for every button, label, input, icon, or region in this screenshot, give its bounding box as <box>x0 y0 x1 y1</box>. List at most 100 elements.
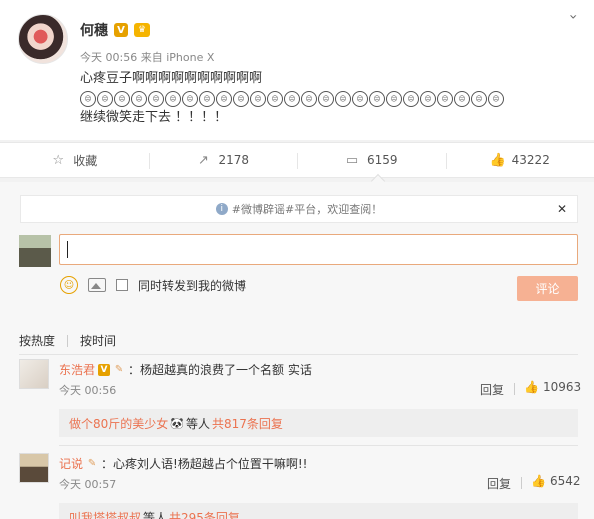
post-text-line: 心疼豆子啊啊啊啊啊啊啊啊啊啊 <box>80 71 263 86</box>
sort-tabs: 按热度 按时间 <box>19 332 116 349</box>
comment-text: ：杨超越真的浪费了一个名额 实话 <box>128 363 312 377</box>
chevron-down-icon[interactable]: › <box>565 14 581 28</box>
forward-count: 2178 <box>218 153 250 167</box>
favorite-label: 收藏 <box>73 153 98 168</box>
info-icon: i <box>215 203 228 215</box>
thumbs-up-icon: 👍 <box>531 474 546 488</box>
reply-middle: 等人 <box>143 510 168 519</box>
emoji-icon[interactable]: ☺ <box>60 276 78 294</box>
star-icon: ☆ <box>52 152 65 168</box>
notice-bar: i #微博辟谣#平台，欢迎查阅！ ✕ <box>20 195 578 223</box>
reply-button[interactable]: 回复 <box>480 381 504 398</box>
source-prefix: 来自 <box>140 51 163 64</box>
fan-badge-icon: ✎ <box>114 364 124 375</box>
sad-face-emoji-icon: ☹ <box>148 91 164 107</box>
sad-face-emoji-icon: ☹ <box>250 91 266 107</box>
sync-label[interactable]: 同时转发到我的微博 <box>138 277 246 294</box>
post-source[interactable]: iPhone X <box>166 51 214 64</box>
reply-user[interactable]: 做个80斤的美少女 <box>69 415 168 432</box>
comment-text: ：心疼刘人语!杨超越占个位置干嘛啊!! <box>101 457 308 471</box>
reply-user[interactable]: 叫我塔塔叔叔 <box>69 509 141 519</box>
sad-face-emoji-icon: ☹ <box>318 91 334 107</box>
forward-button[interactable]: ↗ 2178 <box>148 143 298 177</box>
divider <box>514 383 515 395</box>
sad-face-emoji-icon: ☹ <box>284 91 300 107</box>
comment-tools: ☺ 同时转发到我的微博 <box>60 276 246 294</box>
reply-button[interactable]: 回复 <box>487 475 511 492</box>
fan-badge-icon: ✎ <box>87 458 97 469</box>
crown-icon: ♛ <box>134 23 150 37</box>
commenter-avatar[interactable] <box>19 359 49 389</box>
sad-face-emoji-icon: ☹ <box>216 91 232 107</box>
panda-emoji-icon: 🐼 <box>170 416 184 430</box>
sad-face-emoji-icon: ☹ <box>80 91 96 107</box>
author-name[interactable]: 何穗 <box>80 20 108 40</box>
commenter-avatar[interactable] <box>19 453 49 483</box>
reply-middle: 等人 <box>185 416 210 431</box>
sad-face-emoji-icon: ☹ <box>335 91 351 107</box>
comment-count: 6159 <box>366 153 398 167</box>
comment-icon: ▭ <box>345 152 359 168</box>
sad-face-emoji-icon: ☹ <box>403 91 419 107</box>
post-meta: 今天 00:56 来自 iPhone X <box>80 49 214 65</box>
sad-face-emoji-icon: ☹ <box>114 91 130 107</box>
sync-checkbox[interactable] <box>116 279 128 291</box>
tab-by-hot[interactable]: 按热度 <box>19 332 55 349</box>
favorite-button[interactable]: ☆ 收藏 <box>0 143 149 177</box>
sad-face-emoji-icon: ☹ <box>131 91 147 107</box>
sad-face-emoji-icon: ☹ <box>199 91 215 107</box>
tab-divider <box>67 334 69 347</box>
comment-line: 东浩君 V ✎ ：杨超越真的浪费了一个名额 实话 <box>59 361 312 378</box>
comment-like-button[interactable]: 👍 6542 <box>531 474 581 488</box>
like-count: 43222 <box>511 153 550 167</box>
weibo-post: 何穗 V ♛ 今天 00:56 来自 iPhone X 心疼豆子啊啊啊啊啊啊啊啊… <box>0 0 594 140</box>
comment-button[interactable]: ▭ 6159 <box>297 143 446 177</box>
comment-like-count: 6542 <box>549 474 581 488</box>
thumbs-up-icon: 👍 <box>524 380 539 394</box>
thumbs-up-icon: 👍 <box>489 152 506 168</box>
emoji-row: ☹ ☹ ☹ ☹ ☹ ☹ ☹ ☹ ☹ ☹ ☹ ☹ ☹ ☹ ☹ ☹ ☹ ☹ ☹ ☹ ☹ ☹ ☹ ☹ ☹ <box>80 91 504 107</box>
author-avatar[interactable] <box>18 14 68 64</box>
sad-face-emoji-icon: ☹ <box>437 91 453 107</box>
share-icon: ↗ <box>198 152 209 168</box>
sad-face-emoji-icon: ☹ <box>233 91 249 107</box>
sad-face-emoji-icon: ☹ <box>369 91 385 107</box>
divider <box>19 354 578 355</box>
divider <box>521 477 522 489</box>
sad-face-emoji-icon: ☹ <box>182 91 198 107</box>
reply-count-link[interactable]: 共295条回复 <box>169 509 240 519</box>
divider <box>59 445 578 446</box>
text-cursor <box>67 241 68 258</box>
comment-like-button[interactable]: 👍 10963 <box>524 380 581 394</box>
sad-face-emoji-icon: ☹ <box>471 91 487 107</box>
comment-like-count: 10963 <box>542 380 582 394</box>
sad-face-emoji-icon: ☹ <box>97 91 113 107</box>
verified-icon: V <box>98 363 111 376</box>
sad-face-emoji-icon: ☹ <box>420 91 436 107</box>
author-row: 何穗 V ♛ <box>80 20 150 40</box>
notice-text[interactable]: #微博辟谣#平台，欢迎查阅！ <box>232 201 382 217</box>
like-button[interactable]: 👍 43222 <box>445 143 594 177</box>
sad-face-emoji-icon: ☹ <box>454 91 470 107</box>
reply-summary[interactable]: 叫我塔塔叔叔 等人 共295条回复 <box>59 503 578 519</box>
comment-panel: i #微博辟谣#平台，欢迎查阅！ ✕ ☺ 同时转发到我的微博 评论 按热度 按时… <box>0 182 594 519</box>
comment-time: 今天 00:56 <box>59 384 117 397</box>
sad-face-emoji-icon: ☹ <box>165 91 181 107</box>
reply-summary[interactable]: 做个80斤的美少女 🐼 等人 共817条回复 <box>59 409 578 437</box>
image-icon[interactable] <box>88 278 106 292</box>
close-icon[interactable]: ✕ <box>557 202 567 216</box>
verified-icon: V <box>114 23 128 37</box>
commenter-name[interactable]: 记说 <box>59 455 83 472</box>
commenter-name[interactable]: 东浩君 <box>59 361 95 378</box>
tab-by-time[interactable]: 按时间 <box>80 332 116 349</box>
comment-time: 今天 00:57 <box>59 478 117 491</box>
post-action-bar: ☆ 收藏 ↗ 2178 ▭ 6159 👍 43222 <box>0 142 594 178</box>
reply-count-link[interactable]: 共817条回复 <box>212 415 283 432</box>
comment-line: 记说 ✎ ：心疼刘人语!杨超越占个位置干嘛啊!! <box>59 455 307 472</box>
comment-input[interactable] <box>59 234 578 265</box>
post-time[interactable]: 今天 00:56 <box>80 51 137 64</box>
submit-comment-button[interactable]: 评论 <box>517 276 578 301</box>
sad-face-emoji-icon: ☹ <box>352 91 368 107</box>
sad-face-emoji-icon: ☹ <box>301 91 317 107</box>
sad-face-emoji-icon: ☹ <box>267 91 283 107</box>
